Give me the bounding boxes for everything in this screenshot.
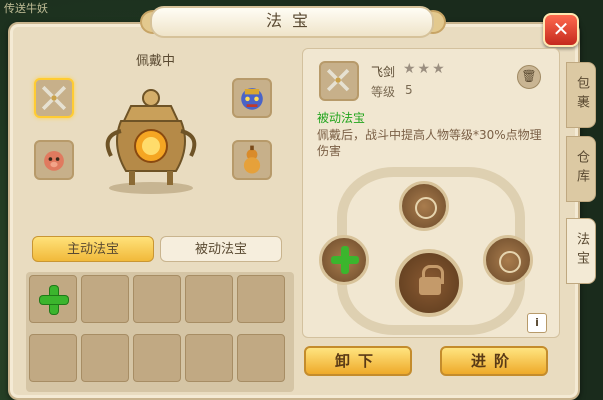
- tab-bag[interactable]: 包裹: [566, 62, 596, 128]
- inventory-cell[interactable]: [185, 334, 233, 382]
- trash-icon[interactable]: 🗑: [517, 65, 541, 89]
- upgrade-button[interactable]: 进阶: [440, 346, 548, 376]
- add-treasure-cell[interactable]: [29, 275, 77, 323]
- inventory-cell[interactable]: [237, 275, 285, 323]
- yinyang-socket-right[interactable]: [483, 235, 533, 285]
- yinyang-socket-top[interactable]: [399, 181, 449, 231]
- item-name: 飞剑: [371, 65, 396, 79]
- add-material-socket[interactable]: [319, 235, 369, 285]
- yinyang-icon: [415, 197, 437, 219]
- treasure-type-tabs: 主动法宝 被动法宝: [32, 236, 282, 264]
- detail-item-icon: [319, 61, 359, 101]
- equipped-area: 佩戴中 主动法宝 被动法宝: [20, 36, 294, 392]
- item-type-tag: 被动法宝: [317, 111, 366, 125]
- demon-mask-icon: [241, 88, 263, 110]
- demon-mask-slot[interactable]: [232, 78, 272, 118]
- item-description: 佩戴后，战斗中提高人物等级*30%点物理伤害: [317, 128, 542, 158]
- tab-active-treasure[interactable]: 主动法宝: [32, 236, 154, 262]
- pig-icon: [44, 151, 64, 171]
- locked-core-socket: [395, 249, 463, 317]
- inventory-cell[interactable]: [185, 275, 233, 323]
- crossed-swords-icon: [326, 68, 350, 92]
- tab-treasure[interactable]: 法宝: [566, 218, 596, 284]
- star-rating: ★★★: [403, 61, 447, 77]
- flying-sword-slot[interactable]: [34, 78, 74, 118]
- close-button[interactable]: ✕: [543, 13, 579, 47]
- treasure-detail-panel: 飞剑 ★★★ 等级 5 🗑 被动法宝 佩戴后，战斗中提高人物等级*30%点物理伤…: [302, 48, 560, 338]
- tab-warehouse[interactable]: 仓库: [566, 136, 596, 202]
- unequip-button[interactable]: 卸下: [304, 346, 412, 376]
- inventory-cell[interactable]: [81, 275, 129, 323]
- inventory-cell[interactable]: [133, 275, 181, 323]
- wearing-label: 佩戴中: [136, 54, 176, 69]
- crossed-swords-icon: [41, 85, 67, 111]
- info-button[interactable]: i: [527, 313, 547, 333]
- inventory-cell[interactable]: [237, 334, 285, 382]
- inventory-cell[interactable]: [133, 334, 181, 382]
- level-value: 5: [405, 83, 413, 97]
- gourd-slot[interactable]: [232, 140, 272, 180]
- inventory-cell[interactable]: [29, 334, 77, 382]
- tab-passive-treasure[interactable]: 被动法宝: [160, 236, 282, 262]
- pig-treasure-slot[interactable]: [34, 140, 74, 180]
- treasure-inventory-grid: [26, 272, 294, 392]
- yinyang-icon: [499, 251, 521, 273]
- background-quest-text: 传送牛妖: [4, 2, 48, 15]
- window-title: 法宝: [150, 6, 434, 38]
- treasure-pot-illustration: [105, 89, 197, 194]
- gourd-icon: [243, 145, 261, 174]
- inventory-cell[interactable]: [81, 334, 129, 382]
- level-label: 等级: [371, 85, 396, 99]
